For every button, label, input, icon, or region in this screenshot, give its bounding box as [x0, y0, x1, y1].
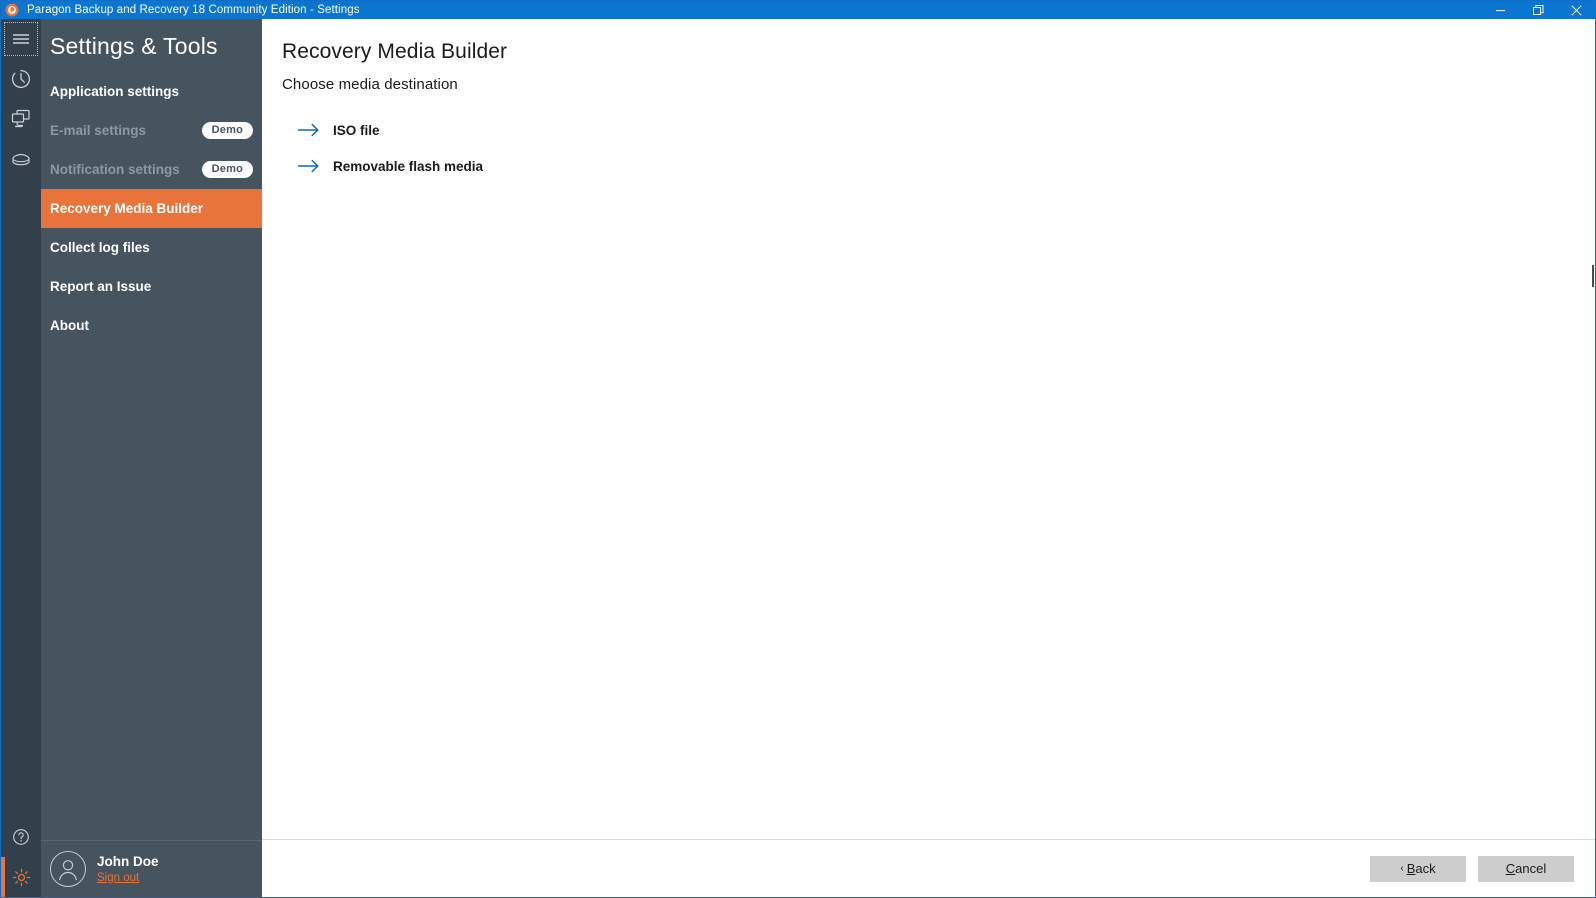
sidebar-item-label: Recovery Media Builder — [50, 201, 204, 217]
user-account-block[interactable]: John Doe Sign out — [41, 840, 262, 897]
restore-icon[interactable] — [1519, 1, 1557, 19]
user-text: John Doe Sign out — [97, 854, 159, 885]
cancel-button[interactable]: Cancel — [1478, 855, 1574, 882]
sidebar-item-application-settings[interactable]: Application settings — [41, 72, 262, 111]
user-name: John Doe — [97, 853, 159, 869]
window-body: Settings & Tools Application settings E-… — [1, 19, 1595, 897]
option-label: Removable flash media — [333, 158, 484, 174]
sidebar-item-email-settings[interactable]: E-mail settings Demo — [41, 111, 262, 150]
page-title: Recovery Media Builder — [282, 40, 508, 63]
window-title: Paragon Backup and Recovery 18 Community… — [27, 4, 360, 16]
monitor-screens-icon[interactable] — [1, 99, 41, 139]
sidebar-item-recovery-media-builder[interactable]: Recovery Media Builder — [41, 189, 262, 229]
back-label-rest: ack — [1415, 861, 1436, 876]
sidebar-nav-list: Application settings E-mail settings Dem… — [41, 72, 262, 345]
back-chevron-icon: ‹ — [1400, 862, 1404, 874]
application-window: Paragon Backup and Recovery 18 Community… — [0, 0, 1596, 898]
title-bar[interactable]: Paragon Backup and Recovery 18 Community… — [1, 1, 1595, 19]
media-destination-list: ISO file Removable flash media — [282, 112, 1595, 184]
sidebar-item-label: Collect log files — [50, 240, 150, 256]
icon-rail — [1, 19, 41, 897]
sign-out-link[interactable]: Sign out — [97, 871, 159, 885]
option-removable-flash-media[interactable]: Removable flash media — [282, 148, 1595, 184]
sidebar-item-report-an-issue[interactable]: Report an Issue — [41, 267, 262, 306]
demo-badge: Demo — [201, 161, 253, 179]
wizard-footer-bar: ‹ Back Cancel — [262, 839, 1595, 897]
sidebar-item-collect-log-files[interactable]: Collect log files — [41, 228, 262, 267]
cancel-accelerator: C — [1505, 861, 1516, 876]
settings-sidebar: Settings & Tools Application settings E-… — [41, 19, 262, 897]
content-pane: Recovery Media Builder Choose media dest… — [262, 19, 1595, 897]
clock-history-icon[interactable] — [1, 59, 41, 99]
paragon-logo-icon — [4, 2, 20, 18]
arrow-right-icon — [298, 123, 324, 137]
disk-drive-icon[interactable] — [1, 139, 41, 179]
sidebar-item-notification-settings[interactable]: Notification settings Demo — [41, 150, 262, 189]
gear-icon[interactable] — [1, 857, 41, 897]
sidebar-heading: Settings & Tools — [50, 33, 218, 59]
hamburger-menu-icon[interactable] — [1, 19, 41, 59]
content-main: Recovery Media Builder Choose media dest… — [262, 19, 1595, 839]
sidebar-item-label: Application settings — [50, 84, 180, 100]
page-subtitle: Choose media destination — [282, 76, 458, 94]
option-iso-file[interactable]: ISO file — [282, 112, 1595, 148]
sidebar-item-label: E-mail settings — [50, 123, 147, 139]
arrow-right-icon — [298, 159, 324, 173]
back-accelerator: B — [1406, 861, 1416, 876]
minimize-icon[interactable] — [1481, 1, 1519, 19]
sidebar-item-label: About — [50, 318, 89, 334]
back-button[interactable]: ‹ Back — [1370, 855, 1466, 882]
text-cursor-artifact — [1592, 265, 1594, 287]
window-controls — [1481, 1, 1595, 19]
sidebar-item-label: Report an Issue — [50, 279, 152, 295]
cancel-label-rest: ancel — [1515, 861, 1547, 876]
option-label: ISO file — [333, 122, 380, 138]
help-question-icon[interactable] — [1, 817, 41, 857]
sidebar-item-label: Notification settings — [50, 162, 180, 178]
demo-badge: Demo — [201, 122, 253, 140]
user-avatar-icon — [50, 851, 86, 887]
sidebar-item-about[interactable]: About — [41, 306, 262, 345]
close-icon[interactable] — [1557, 1, 1595, 19]
